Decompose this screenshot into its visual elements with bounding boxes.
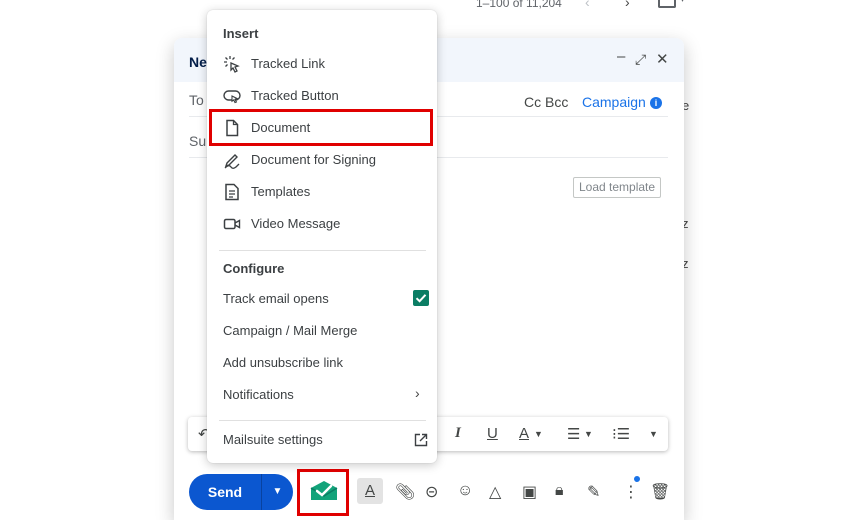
more-options-icon[interactable]: ⋮ <box>623 482 639 502</box>
chevron-right-icon: › <box>415 385 420 401</box>
menu-item-document-for-signing[interactable]: Document for Signing <box>207 144 437 176</box>
menu-item-label: Tracked Link <box>251 56 325 71</box>
discard-draft-icon[interactable]: 🗑︎ <box>650 482 670 502</box>
notification-dot <box>634 476 640 482</box>
track-opens-checkbox[interactable] <box>413 290 429 306</box>
confidential-mode-icon[interactable]: 🔒︎ <box>555 482 564 500</box>
menu-item-label: Add unsubscribe link <box>223 355 343 370</box>
align-icon[interactable]: ☰ <box>567 425 580 443</box>
previous-page-icon[interactable]: ‹ <box>585 0 590 10</box>
subject-label: Su <box>189 133 207 149</box>
menu-item-label: Video Message <box>251 216 341 231</box>
expand-icon[interactable]: ⤢ <box>635 51 646 68</box>
keyboard-icon[interactable] <box>658 0 676 8</box>
mailsuite-menu: Insert Tracked Link Tracked Button Docum… <box>207 10 437 463</box>
drive-icon[interactable]: △ <box>489 482 501 502</box>
close-icon[interactable]: ✕ <box>656 50 669 68</box>
attach-icon[interactable]: 📎︎ <box>395 482 415 502</box>
menu-item-label: Templates <box>251 184 311 199</box>
more-formatting-icon[interactable]: ▼ <box>649 429 658 439</box>
insert-heading: Insert <box>223 26 259 41</box>
italic-icon[interactable]: I <box>455 425 461 442</box>
chevron-down-icon[interactable]: ▾ <box>680 0 685 5</box>
load-template-button[interactable]: Load template <box>573 177 662 198</box>
to-label: To <box>189 92 204 108</box>
send-button-group: Send ▼ <box>189 474 293 510</box>
menu-divider <box>219 250 426 251</box>
highlight-box <box>209 109 433 146</box>
menu-item-label: Campaign / Mail Merge <box>223 323 358 338</box>
menu-item-add-unsubscribe-link[interactable]: Add unsubscribe link <box>207 347 437 379</box>
open-external-icon <box>414 433 428 447</box>
menu-item-label: Tracked Button <box>251 88 339 103</box>
numbered-list-icon[interactable]: ⁝☰ <box>612 425 630 443</box>
emoji-icon[interactable]: ☺ <box>457 482 473 500</box>
formatting-options-icon[interactable]: A <box>357 478 383 504</box>
highlight-box <box>297 469 349 516</box>
menu-item-label: Track email opens <box>223 291 329 306</box>
next-page-icon[interactable]: › <box>625 0 630 10</box>
send-options-icon[interactable]: ▼ <box>262 474 293 510</box>
checkmark-icon <box>415 294 427 303</box>
menu-item-campaign-mail-merge[interactable]: Campaign / Mail Merge <box>207 315 437 347</box>
signature-icon[interactable]: ✎ <box>587 482 600 502</box>
send-button[interactable]: Send <box>189 474 261 510</box>
menu-item-templates[interactable]: Templates <box>207 176 437 208</box>
cc-bcc-link[interactable]: Cc Bcc <box>524 94 568 110</box>
button-pointer-icon <box>223 90 241 104</box>
menu-item-track-email-opens[interactable]: Track email opens <box>207 283 437 315</box>
menu-item-label: Document for Signing <box>251 152 377 167</box>
minimize-icon[interactable]: – <box>617 48 625 65</box>
menu-item-mailsuite-settings[interactable]: Mailsuite settings <box>207 424 437 456</box>
compose-title: Ne <box>189 54 207 70</box>
campaign-link[interactable]: Campaign <box>582 94 646 110</box>
menu-item-tracked-button[interactable]: Tracked Button <box>207 80 437 112</box>
underline-icon[interactable]: U <box>487 425 498 442</box>
video-camera-icon <box>223 218 241 230</box>
link-icon[interactable]: ⊝ <box>425 482 438 502</box>
cursor-click-icon <box>224 56 240 73</box>
text-color-icon[interactable]: A <box>519 425 529 442</box>
menu-item-label: Notifications <box>223 387 294 402</box>
templates-icon <box>225 183 239 201</box>
chevron-down-icon[interactable]: ▼ <box>534 429 543 439</box>
pagination-count: 1–100 of 11,204 <box>476 0 562 10</box>
menu-item-label: Mailsuite settings <box>223 432 323 447</box>
insert-photo-icon[interactable]: ▣ <box>522 482 537 502</box>
chevron-down-icon[interactable]: ▼ <box>584 429 593 439</box>
configure-heading: Configure <box>223 261 285 276</box>
menu-item-notifications[interactable]: Notifications › <box>207 379 437 411</box>
menu-item-video-message[interactable]: Video Message <box>207 208 437 240</box>
signature-pen-icon <box>224 154 240 169</box>
menu-divider <box>219 420 426 421</box>
menu-item-tracked-link[interactable]: Tracked Link <box>207 48 437 80</box>
info-icon[interactable]: i <box>650 97 662 109</box>
